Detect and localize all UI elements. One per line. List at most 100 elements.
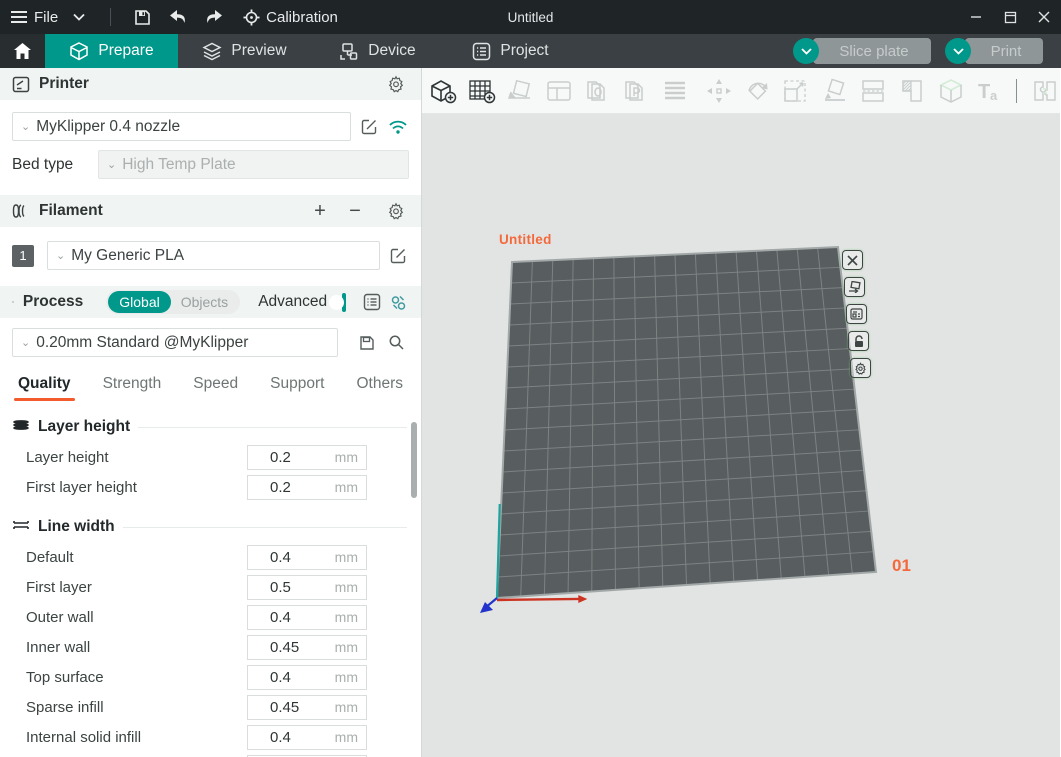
add-object-icon xyxy=(428,77,458,105)
setting-value-input[interactable] xyxy=(248,639,318,656)
setting-value-input[interactable] xyxy=(248,579,318,596)
setting-unit: mm xyxy=(335,729,366,745)
filament-preset-select[interactable]: ⌄ My Generic PLA xyxy=(47,241,380,270)
add-plate-button[interactable] xyxy=(467,75,498,107)
advanced-toggle[interactable] xyxy=(342,293,346,312)
tab-project[interactable]: Project xyxy=(444,34,577,68)
view-all-settings-button[interactable] xyxy=(363,291,381,313)
chevron-down-icon: ⌄ xyxy=(107,158,116,171)
file-menu-dropdown[interactable] xyxy=(64,4,94,30)
arrange-button[interactable] xyxy=(544,75,575,107)
close-button[interactable] xyxy=(1027,0,1061,34)
viewport-3d[interactable]: Untitled 01 xyxy=(422,114,1060,757)
assembly-view-button[interactable] xyxy=(1029,75,1060,107)
setting-row-sparse-infill: Sparse infillmm xyxy=(0,692,421,722)
slice-plate-button[interactable]: Slice plate xyxy=(813,38,931,64)
edit-icon xyxy=(361,118,378,135)
remove-filament-button[interactable]: − xyxy=(342,201,368,221)
search-settings-button[interactable] xyxy=(385,332,407,354)
bed-type-select[interactable]: ⌄ High Temp Plate xyxy=(98,150,409,179)
scope-global-option[interactable]: Global xyxy=(108,291,170,313)
group-header-line-width[interactable]: Line width xyxy=(0,510,421,542)
lay-on-face-icon xyxy=(821,78,849,104)
tab-prepare[interactable]: Prepare xyxy=(45,34,178,68)
save-preset-button[interactable] xyxy=(356,332,378,354)
move-icon xyxy=(705,77,733,105)
setting-value-input[interactable] xyxy=(248,699,318,716)
printer-settings-button[interactable] xyxy=(385,73,407,95)
color-painting-icon xyxy=(937,78,965,104)
plate-name-label[interactable]: Untitled xyxy=(499,232,552,247)
split-to-objects-button[interactable] xyxy=(582,75,613,107)
seam-painting-button[interactable] xyxy=(897,75,928,107)
auto-orient-button[interactable] xyxy=(505,75,536,107)
process-tab-speed[interactable]: Speed xyxy=(191,369,240,401)
text-tool-button[interactable]: Ta xyxy=(974,75,1005,107)
plate-layout-button[interactable] xyxy=(846,304,867,324)
setting-unit: mm xyxy=(335,639,366,655)
printer-section-title: Printer xyxy=(39,75,89,93)
setting-value-input[interactable] xyxy=(248,609,318,626)
redo-button[interactable] xyxy=(199,4,229,30)
tab-preview[interactable]: Preview xyxy=(178,34,311,68)
split-to-parts-button[interactable] xyxy=(621,75,652,107)
tab-prepare-label: Prepare xyxy=(98,42,153,60)
setting-row-first-layer-height: First layer heightmm xyxy=(0,472,421,502)
setting-value-input[interactable] xyxy=(248,549,318,566)
lock-plate-button[interactable] xyxy=(848,331,869,351)
printer-connection-button[interactable] xyxy=(387,116,409,138)
setting-value-input[interactable] xyxy=(248,729,318,746)
add-filament-button[interactable]: + xyxy=(307,201,333,221)
process-tab-others[interactable]: Others xyxy=(354,369,405,401)
delete-plate-button[interactable] xyxy=(842,250,863,270)
maximize-button[interactable] xyxy=(993,0,1027,34)
filament-icon xyxy=(12,203,30,219)
printer-preset-select[interactable]: ⌄ MyKlipper 0.4 nozzle xyxy=(12,112,351,141)
rotate-button[interactable] xyxy=(743,75,774,107)
file-menu[interactable]: File xyxy=(10,9,58,26)
process-tab-support[interactable]: Support xyxy=(268,369,326,401)
printer-section-header: Printer xyxy=(0,68,421,100)
setting-value-input[interactable] xyxy=(248,449,318,466)
process-tab-quality[interactable]: Quality xyxy=(16,369,73,401)
setting-value-input[interactable] xyxy=(248,479,318,496)
tab-project-label: Project xyxy=(500,42,548,60)
setting-value-input[interactable] xyxy=(248,669,318,686)
group-header-layer-height[interactable]: Layer height xyxy=(0,410,421,442)
save-button[interactable] xyxy=(127,4,157,30)
arrange-plate-button[interactable] xyxy=(844,277,865,297)
slice-plate-dropdown[interactable] xyxy=(793,38,819,64)
calibration-button[interactable]: Calibration xyxy=(243,9,338,26)
setting-row-internal-solid-infill: Internal solid infillmm xyxy=(0,722,421,752)
scale-button[interactable] xyxy=(781,75,812,107)
add-object-button[interactable] xyxy=(428,75,459,107)
titlebar: File Calibration Untitled xyxy=(0,0,1061,34)
compare-presets-button[interactable] xyxy=(390,291,407,313)
tab-device[interactable]: Device xyxy=(311,34,444,68)
save-icon xyxy=(134,9,151,26)
print-button[interactable]: Print xyxy=(965,38,1043,64)
process-preset-select[interactable]: ⌄ 0.20mm Standard @MyKlipper xyxy=(12,328,338,357)
filament-settings-button[interactable] xyxy=(385,200,407,222)
move-button[interactable] xyxy=(704,75,735,107)
cut-button[interactable] xyxy=(858,75,889,107)
build-plate[interactable] xyxy=(422,114,1060,757)
process-tab-strength[interactable]: Strength xyxy=(101,369,164,401)
group-title: Line width xyxy=(38,518,115,536)
scope-objects-option[interactable]: Objects xyxy=(171,294,238,310)
variable-layer-height-button[interactable] xyxy=(659,75,690,107)
home-button[interactable] xyxy=(0,34,45,68)
undo-button[interactable] xyxy=(163,4,193,30)
printer-edit-button[interactable] xyxy=(358,116,380,138)
minimize-button[interactable] xyxy=(959,0,993,34)
delete-plate-icon xyxy=(847,255,858,266)
filament-edit-button[interactable] xyxy=(387,245,409,267)
nav-tabbar: Prepare Preview Device Project Slice pla… xyxy=(0,34,1061,68)
settings-scrollbar[interactable] xyxy=(411,422,417,498)
cut-icon xyxy=(859,78,887,104)
split-to-parts-icon xyxy=(622,78,650,104)
print-dropdown[interactable] xyxy=(945,38,971,64)
plate-settings-button[interactable] xyxy=(850,358,871,378)
lay-on-face-button[interactable] xyxy=(820,75,851,107)
color-painting-button[interactable] xyxy=(935,75,966,107)
